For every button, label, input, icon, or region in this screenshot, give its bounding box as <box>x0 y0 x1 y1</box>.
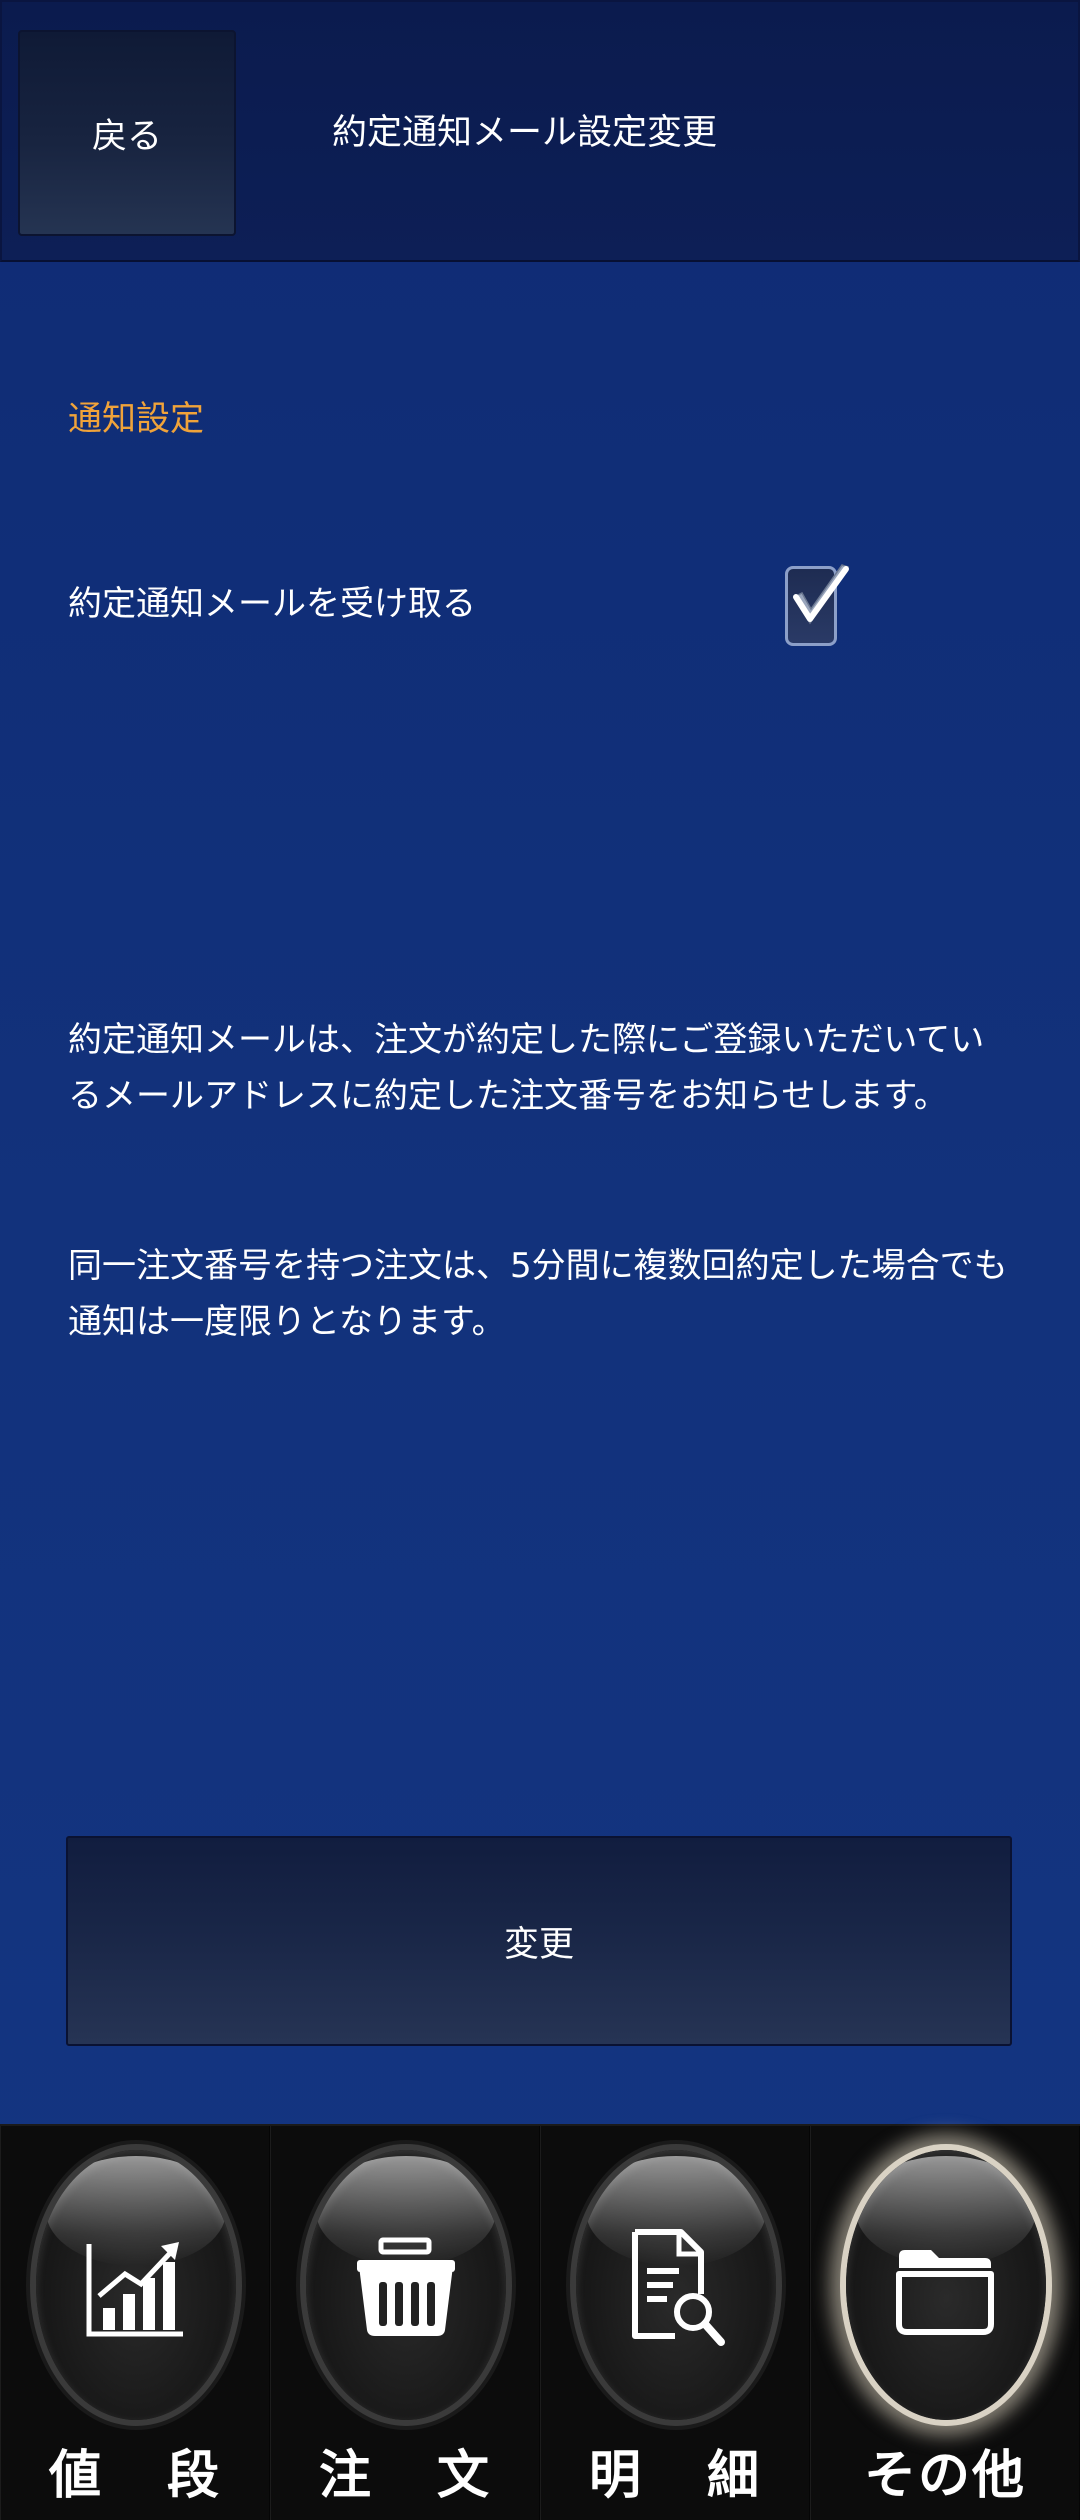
chart-icon <box>86 2242 183 2337</box>
tab-label-price: 値段 <box>49 2446 221 2506</box>
bottom-tab-bar: 値段 注文 明細 その他 <box>0 2124 1080 2520</box>
section-title-notification: 通知設定 <box>68 399 204 439</box>
description-paragraph-2: 同一注文番号を持つ注文は、5分間に複数回約定した場合でも通知は一度限りとなります… <box>68 1246 1008 1342</box>
page-title: 約定通知メール設定変更 <box>332 113 718 153</box>
description-paragraph-1: 約定通知メールは、注文が約定した際にご登録いただいているメールアドレスに約定した… <box>68 1020 985 1116</box>
tab-details[interactable]: 明細 <box>540 2126 810 2520</box>
tab-other[interactable]: その他 <box>810 2126 1080 2520</box>
tab-label-other: その他 <box>863 2446 1026 2506</box>
folder-icon <box>896 2250 994 2335</box>
tab-label-details: 明細 <box>589 2446 761 2506</box>
back-button[interactable]: 戻る <box>18 30 236 236</box>
receive-email-checkbox[interactable] <box>785 564 850 646</box>
header-bar: 戻る 約定通知メール設定変更 <box>0 0 1080 262</box>
tab-label-order: 注文 <box>319 2446 491 2506</box>
receive-email-label: 約定通知メールを受け取る <box>68 584 476 624</box>
tab-order[interactable]: 注文 <box>270 2126 540 2520</box>
tab-price[interactable]: 値段 <box>0 2126 270 2520</box>
checkmark-icon <box>792 564 850 625</box>
basket-icon <box>357 2237 455 2336</box>
change-button[interactable]: 変更 <box>66 1836 1012 2046</box>
document-search-icon <box>632 2229 725 2346</box>
